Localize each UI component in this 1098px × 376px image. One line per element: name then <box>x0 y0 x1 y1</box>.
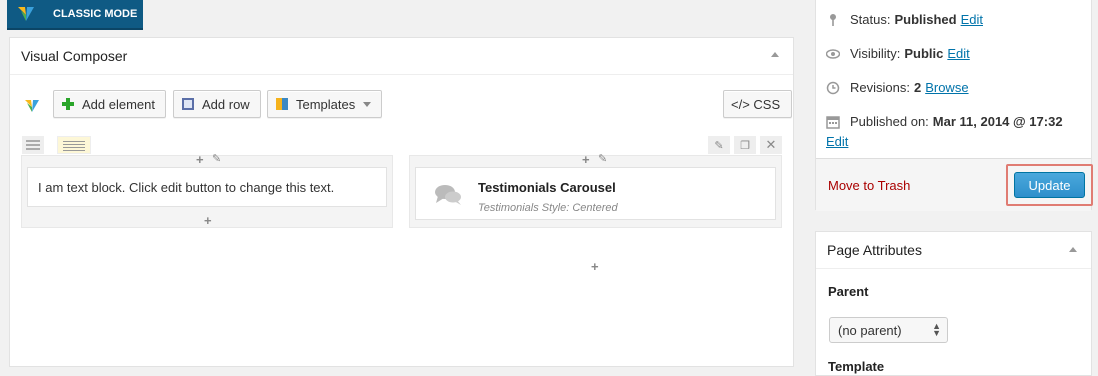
page-attributes-title: Page Attributes <box>827 242 922 258</box>
status-line: Status: Published Edit <box>826 12 983 27</box>
collapse-arrow-icon[interactable] <box>1069 247 1077 252</box>
eye-icon <box>826 48 840 59</box>
visibility-edit-link[interactable]: Edit <box>947 46 969 61</box>
revisions-label: Revisions: <box>850 80 910 95</box>
edit-column-icon[interactable]: ✎ <box>598 152 607 165</box>
text-block-element[interactable]: I am text block. Click edit button to ch… <box>27 167 387 207</box>
add-row-label: Add row <box>202 96 250 112</box>
update-highlight: Update <box>1006 164 1093 206</box>
classic-mode-label: CLASSIC MODE <box>53 8 138 20</box>
parent-label: Parent <box>828 284 869 299</box>
classic-mode-button[interactable]: CLASSIC MODE <box>7 0 143 30</box>
edit-row-icon[interactable]: ✎ <box>708 136 730 154</box>
status-edit-link[interactable]: Edit <box>961 12 983 27</box>
edit-column-icon[interactable]: ✎ <box>212 152 221 165</box>
calendar-icon <box>826 115 840 129</box>
published-on-value: Mar 11, 2014 @ 17:32 <box>932 114 1063 129</box>
vc-logo-icon <box>25 100 39 112</box>
css-button[interactable]: </> CSS <box>723 90 793 118</box>
add-element-bottom-icon[interactable]: + <box>591 260 599 273</box>
collapse-arrow-icon[interactable] <box>771 52 779 57</box>
column-2: + ✎ Testimonials Carousel Testimonials S… <box>409 152 782 273</box>
element-subtitle: Testimonials Style: Centered <box>478 202 618 214</box>
publish-box: Status: Published Edit Visibility: Publi… <box>815 0 1093 211</box>
update-button[interactable]: Update <box>1014 172 1085 198</box>
add-element-top-icon[interactable]: + <box>196 153 204 166</box>
parent-select[interactable]: (no parent) ▲ ▼ <box>829 317 948 343</box>
templates-label: Templates <box>296 96 356 112</box>
visibility-line: Visibility: Public Edit <box>826 46 970 61</box>
vc-logo-icon <box>18 7 34 21</box>
column-1: + ✎ I am text block. Click edit button t… <box>21 152 393 228</box>
clone-row-icon[interactable]: ❐ <box>734 136 756 154</box>
add-element-bottom-icon[interactable]: + <box>204 214 212 227</box>
panel-header: Visual Composer <box>10 38 793 75</box>
history-icon <box>826 81 840 94</box>
element-title: Testimonials Carousel <box>478 180 616 195</box>
drag-handle-icon[interactable] <box>22 136 44 154</box>
visual-composer-panel: Visual Composer Add element Add row Temp… <box>9 37 794 367</box>
delete-row-icon[interactable]: ✕ <box>760 136 782 154</box>
page-attributes-box: Page Attributes Parent (no parent) ▲ ▼ Te… <box>815 231 1092 376</box>
published-on-line: Published on: Mar 11, 2014 @ 17:32 <box>826 114 1067 129</box>
select-arrows-icon: ▲ ▼ <box>932 321 941 338</box>
template-label: Template <box>828 359 885 374</box>
move-to-trash-link[interactable]: Move to Trash <box>828 178 910 193</box>
parent-select-value: (no parent) <box>838 322 902 338</box>
css-label: </> CSS <box>731 96 781 112</box>
page-attributes-header: Page Attributes <box>816 232 1091 269</box>
published-on-edit-link[interactable]: Edit <box>826 134 848 149</box>
testimonials-carousel-element[interactable]: Testimonials Carousel Testimonials Style… <box>415 167 776 220</box>
publish-actions: Move to Trash Update <box>816 158 1093 211</box>
revisions-browse-link[interactable]: Browse <box>925 80 968 95</box>
revisions-value: 2 <box>913 80 922 95</box>
plus-icon <box>62 98 74 110</box>
composer-toolbar: Add element Add row Templates </> CSS <box>10 90 793 122</box>
text-block-content: I am text block. Click edit button to ch… <box>38 179 335 195</box>
templates-button[interactable]: Templates <box>267 90 383 118</box>
templates-icon <box>276 98 288 110</box>
visibility-label: Visibility: <box>850 46 901 61</box>
published-on-label: Published on: <box>850 114 929 129</box>
speech-bubbles-icon <box>435 185 461 205</box>
add-element-label: Add element <box>82 96 155 112</box>
panel-title: Visual Composer <box>21 48 128 64</box>
chevron-down-icon <box>363 101 372 107</box>
add-element-button[interactable]: Add element <box>53 90 166 118</box>
visibility-value: Public <box>904 46 944 61</box>
add-element-top-icon[interactable]: + <box>582 153 590 166</box>
status-value: Published <box>894 12 957 27</box>
status-label: Status: <box>850 12 891 27</box>
row-icon <box>182 98 194 110</box>
revisions-line: Revisions: 2 Browse <box>826 80 969 95</box>
add-row-button[interactable]: Add row <box>173 90 261 118</box>
column-layout-icon[interactable] <box>57 136 91 154</box>
pin-icon <box>830 13 836 26</box>
